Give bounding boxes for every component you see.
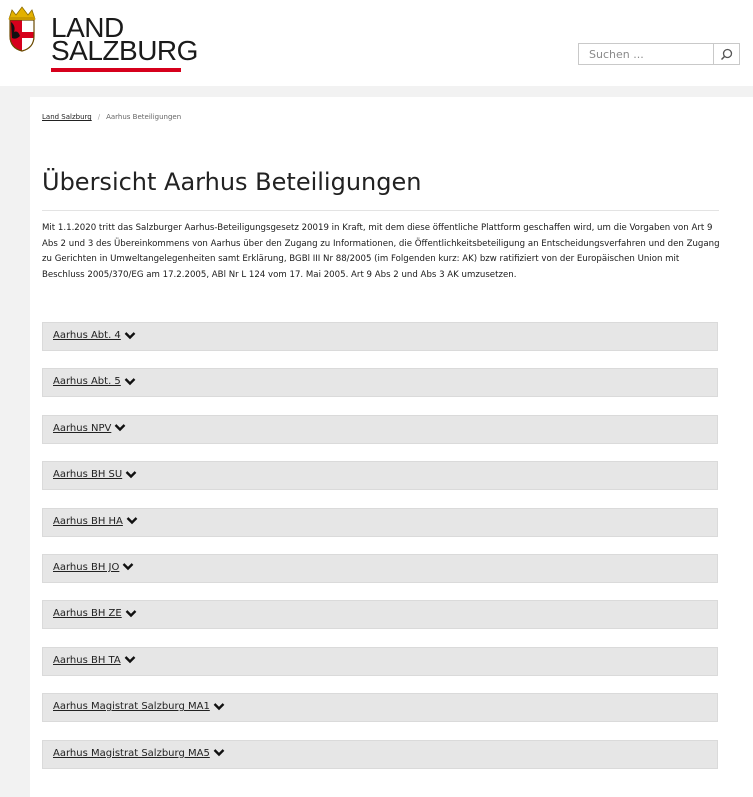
accordion-toggle-link[interactable]: Aarhus NPV — [53, 423, 126, 434]
chevron-down-icon — [124, 378, 136, 386]
accordion-toggle-link[interactable]: Aarhus Abt. 5 — [53, 376, 136, 387]
accordion-item[interactable]: Aarhus BH HA — [42, 507, 718, 537]
accordion-toggle-link[interactable]: Aarhus BH ZE — [53, 608, 137, 619]
accordion-label: Aarhus BH SU — [53, 469, 123, 481]
page-title: Übersicht Aarhus Beteiligungen — [42, 168, 422, 196]
accordion-label: Aarhus BH TA — [53, 654, 121, 666]
search-icon — [720, 48, 733, 61]
accordion-toggle-link[interactable]: Aarhus BH SU — [53, 469, 137, 480]
chevron-down-icon — [125, 609, 137, 618]
accordion-label: Aarhus BH ZE — [53, 608, 122, 620]
land-salzburg-logo[interactable]: LAND SALZBURG — [0, 0, 200, 80]
chevron-down-icon — [124, 331, 136, 339]
accordion-item[interactable]: Aarhus BH JO — [42, 553, 718, 583]
accordion-label: Aarhus Magistrat Salzburg MA5 — [53, 747, 210, 759]
accordion-label: Aarhus Magistrat Salzburg MA1 — [53, 701, 210, 713]
chevron-down-icon — [124, 656, 136, 664]
accordion-item[interactable]: Aarhus Abt. 5 — [42, 368, 718, 398]
main-content: Land Salzburg / Aarhus Beteiligungen Übers… — [30, 97, 753, 797]
accordion-item[interactable]: Aarhus BH SU — [42, 461, 718, 491]
accordion-label: Aarhus BH JO — [53, 561, 120, 573]
accordion-label: Aarhus Abt. 4 — [53, 330, 121, 341]
accordion-toggle-link[interactable]: Aarhus BH TA — [53, 655, 136, 666]
accordion-label: Aarhus Abt. 5 — [53, 376, 121, 388]
accordion-toggle-link[interactable]: Aarhus BH HA — [53, 516, 138, 527]
chevron-down-icon — [123, 563, 134, 571]
accordion-toggle-link[interactable]: Aarhus Abt. 4 — [53, 330, 136, 341]
accordion-item[interactable]: Aarhus NPV — [42, 414, 718, 444]
logo-accent-bar — [51, 68, 181, 72]
intro-paragraph: Mit 1.1.2020 tritt das Salzburger Aarhus… — [42, 223, 720, 280]
accordion-label: Aarhus BH HA — [53, 515, 123, 527]
chevron-down-icon — [125, 470, 137, 478]
accordion-item[interactable]: Aarhus BH ZE — [42, 600, 718, 630]
chevron-down-icon — [126, 517, 138, 525]
accordion-list: Aarhus Abt. 4 Aarhus Abt. 5 Aarhus NPV A… — [42, 322, 718, 786]
accordion-label: Aarhus NPV — [53, 422, 112, 434]
accordion-toggle-link[interactable]: Aarhus Magistrat Salzburg MA1 — [53, 701, 225, 712]
accordion-item[interactable]: Aarhus Abt. 4 — [42, 322, 718, 351]
chevron-down-icon — [213, 749, 225, 757]
breadcrumb-link-home[interactable]: Land Salzburg — [42, 113, 92, 121]
salzburg-crest-icon — [8, 6, 36, 52]
chevron-down-icon — [114, 424, 126, 432]
logo-text-salzburg: SALZBURG — [51, 35, 198, 66]
chevron-down-icon — [213, 702, 225, 710]
accordion-toggle-link[interactable]: Aarhus Magistrat Salzburg MA5 — [53, 748, 225, 759]
title-divider — [42, 210, 719, 211]
breadcrumb: Land Salzburg / Aarhus Beteiligungen — [42, 113, 181, 121]
site-header: LAND SALZBURG — [0, 0, 753, 86]
accordion-toggle-link[interactable]: Aarhus BH JO — [53, 562, 134, 573]
accordion-item[interactable]: Aarhus Magistrat Salzburg MA5 — [42, 739, 718, 769]
search-input[interactable] — [578, 43, 714, 65]
accordion-item[interactable]: Aarhus Magistrat Salzburg MA1 — [42, 693, 718, 723]
accordion-item[interactable]: Aarhus BH TA — [42, 646, 718, 676]
search-button[interactable] — [714, 43, 740, 65]
breadcrumb-current: Aarhus Beteiligungen — [106, 113, 182, 121]
breadcrumb-separator: / — [97, 113, 101, 121]
